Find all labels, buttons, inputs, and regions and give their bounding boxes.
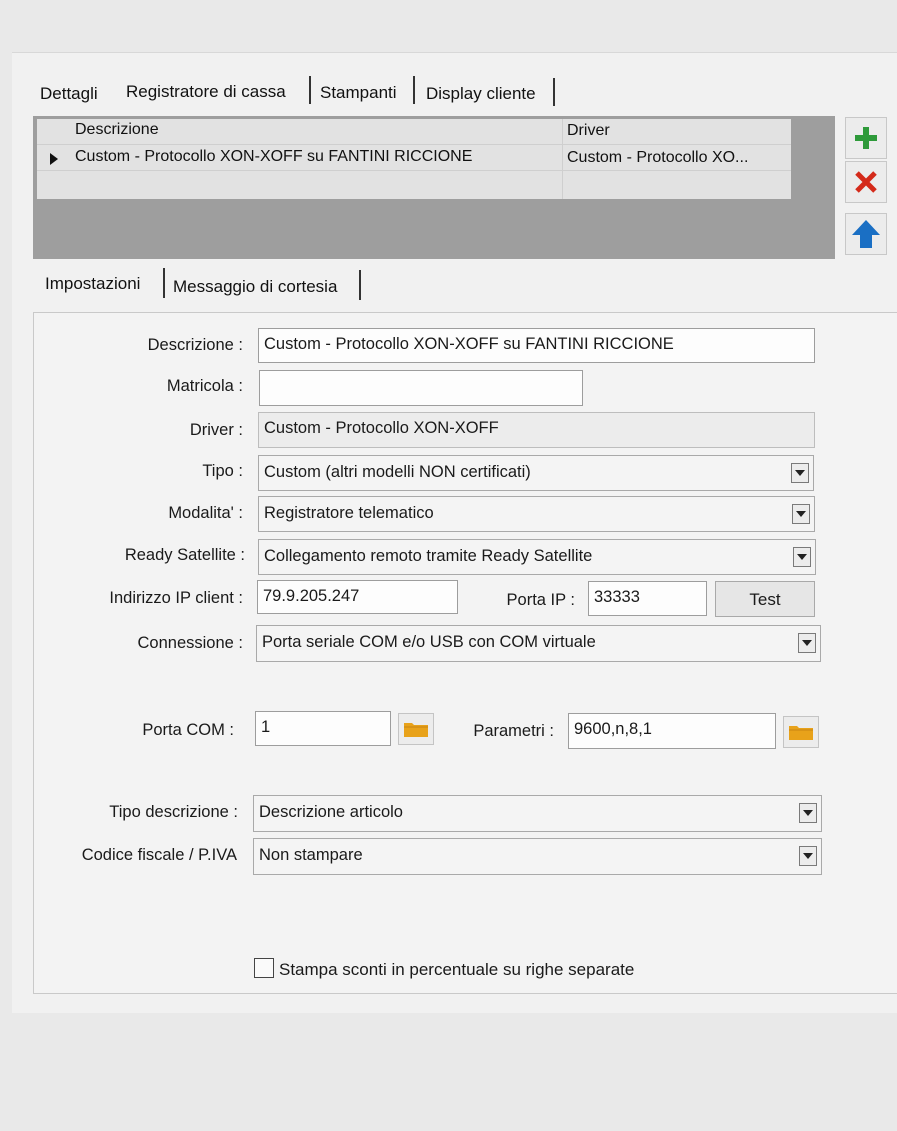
tab-separator xyxy=(359,270,361,300)
connessione-select[interactable]: Porta seriale COM e/o USB con COM virtua… xyxy=(256,625,821,662)
stampa-sconti-checkbox[interactable] xyxy=(254,958,274,978)
ready-satellite-select[interactable]: Collegamento remoto tramite Ready Satell… xyxy=(258,539,816,575)
table-row-descrizione[interactable]: Custom - Protocollo XON-XOFF su FANTINI … xyxy=(75,148,472,166)
grid-row-divider xyxy=(37,170,791,171)
folder-icon xyxy=(404,723,428,737)
tipo-descrizione-select[interactable]: Descrizione articolo xyxy=(253,795,822,832)
tipo-value: Custom (altri modelli NON certificati) xyxy=(264,463,531,481)
descrizione-field[interactable]: Custom - Protocollo XON-XOFF su FANTINI … xyxy=(258,328,815,363)
delete-button[interactable] xyxy=(845,161,887,203)
stampa-sconti-label[interactable]: Stampa sconti in percentuale su righe se… xyxy=(279,960,634,980)
arrow-up-icon xyxy=(852,220,880,248)
connessione-label: Connessione : xyxy=(137,634,244,652)
test-button[interactable]: Test xyxy=(715,581,815,617)
tab-stampanti[interactable]: Stampanti xyxy=(320,83,397,103)
move-up-button[interactable] xyxy=(845,213,887,255)
tab-registratore-di-cassa[interactable]: Registratore di cassa xyxy=(126,82,286,102)
codice-fiscale-label: Codice fiscale / P.IVA xyxy=(81,846,237,864)
parametri-field[interactable]: 9600,n,8,1 xyxy=(568,713,776,749)
tab-separator xyxy=(309,76,311,104)
chevron-down-icon[interactable] xyxy=(799,803,817,823)
parametri-browse-button[interactable] xyxy=(783,716,819,748)
porta-ip-field[interactable]: 33333 xyxy=(588,581,707,616)
ready-satellite-value: Collegamento remoto tramite Ready Satell… xyxy=(264,547,593,565)
porta-com-label: Porta COM : xyxy=(142,721,234,739)
chevron-down-icon[interactable] xyxy=(793,547,811,567)
grid-column-divider xyxy=(562,119,563,199)
x-icon xyxy=(855,171,877,193)
chevron-down-icon[interactable] xyxy=(799,846,817,866)
indirizzo-ip-label: Indirizzo IP client : xyxy=(109,589,243,607)
porta-ip-label: Porta IP : xyxy=(506,591,575,609)
grid-header-divider xyxy=(37,144,791,145)
codice-fiscale-value: Non stampare xyxy=(259,846,363,864)
descrizione-label: Descrizione : xyxy=(147,336,243,354)
chevron-down-icon[interactable] xyxy=(798,633,816,653)
tipo-select[interactable]: Custom (altri modelli NON certificati) xyxy=(258,455,814,491)
tipo-descrizione-label: Tipo descrizione : xyxy=(109,803,238,821)
row-indicator-icon xyxy=(50,152,58,170)
modalita-value: Registratore telematico xyxy=(264,504,434,522)
matricola-field[interactable] xyxy=(259,370,583,406)
tab-messaggio-di-cortesia[interactable]: Messaggio di cortesia xyxy=(173,277,337,297)
column-header-driver[interactable]: Driver xyxy=(567,122,610,140)
tab-separator xyxy=(413,76,415,104)
driver-field: Custom - Protocollo XON-XOFF xyxy=(258,412,815,448)
tipo-label: Tipo : xyxy=(202,462,243,480)
modalita-label: Modalita' : xyxy=(168,504,243,522)
indirizzo-ip-field[interactable]: 79.9.205.247 xyxy=(257,580,458,614)
connessione-value: Porta seriale COM e/o USB con COM virtua… xyxy=(262,633,596,651)
ready-satellite-label: Ready Satellite : xyxy=(124,546,245,564)
folder-icon xyxy=(789,726,813,740)
driver-label: Driver : xyxy=(189,421,243,439)
tab-impostazioni[interactable]: Impostazioni xyxy=(45,274,140,294)
matricola-label: Matricola : xyxy=(166,377,243,395)
column-header-descrizione[interactable]: Descrizione xyxy=(75,121,159,139)
tab-separator xyxy=(163,268,165,298)
chevron-down-icon[interactable] xyxy=(792,504,810,524)
porta-com-browse-button[interactable] xyxy=(398,713,434,745)
tab-display-cliente[interactable]: Display cliente xyxy=(426,84,536,104)
add-button[interactable] xyxy=(845,117,887,159)
modalita-select[interactable]: Registratore telematico xyxy=(258,496,815,532)
tab-dettagli[interactable]: Dettagli xyxy=(40,84,98,104)
chevron-down-icon[interactable] xyxy=(791,463,809,483)
tab-separator xyxy=(553,78,555,106)
codice-fiscale-select[interactable]: Non stampare xyxy=(253,838,822,875)
table-row-driver[interactable]: Custom - Protocollo XO... xyxy=(567,149,748,167)
tipo-descrizione-value: Descrizione articolo xyxy=(259,803,403,821)
parametri-label: Parametri : xyxy=(473,722,554,740)
porta-com-field[interactable]: 1 xyxy=(255,711,391,746)
plus-icon xyxy=(855,127,877,149)
